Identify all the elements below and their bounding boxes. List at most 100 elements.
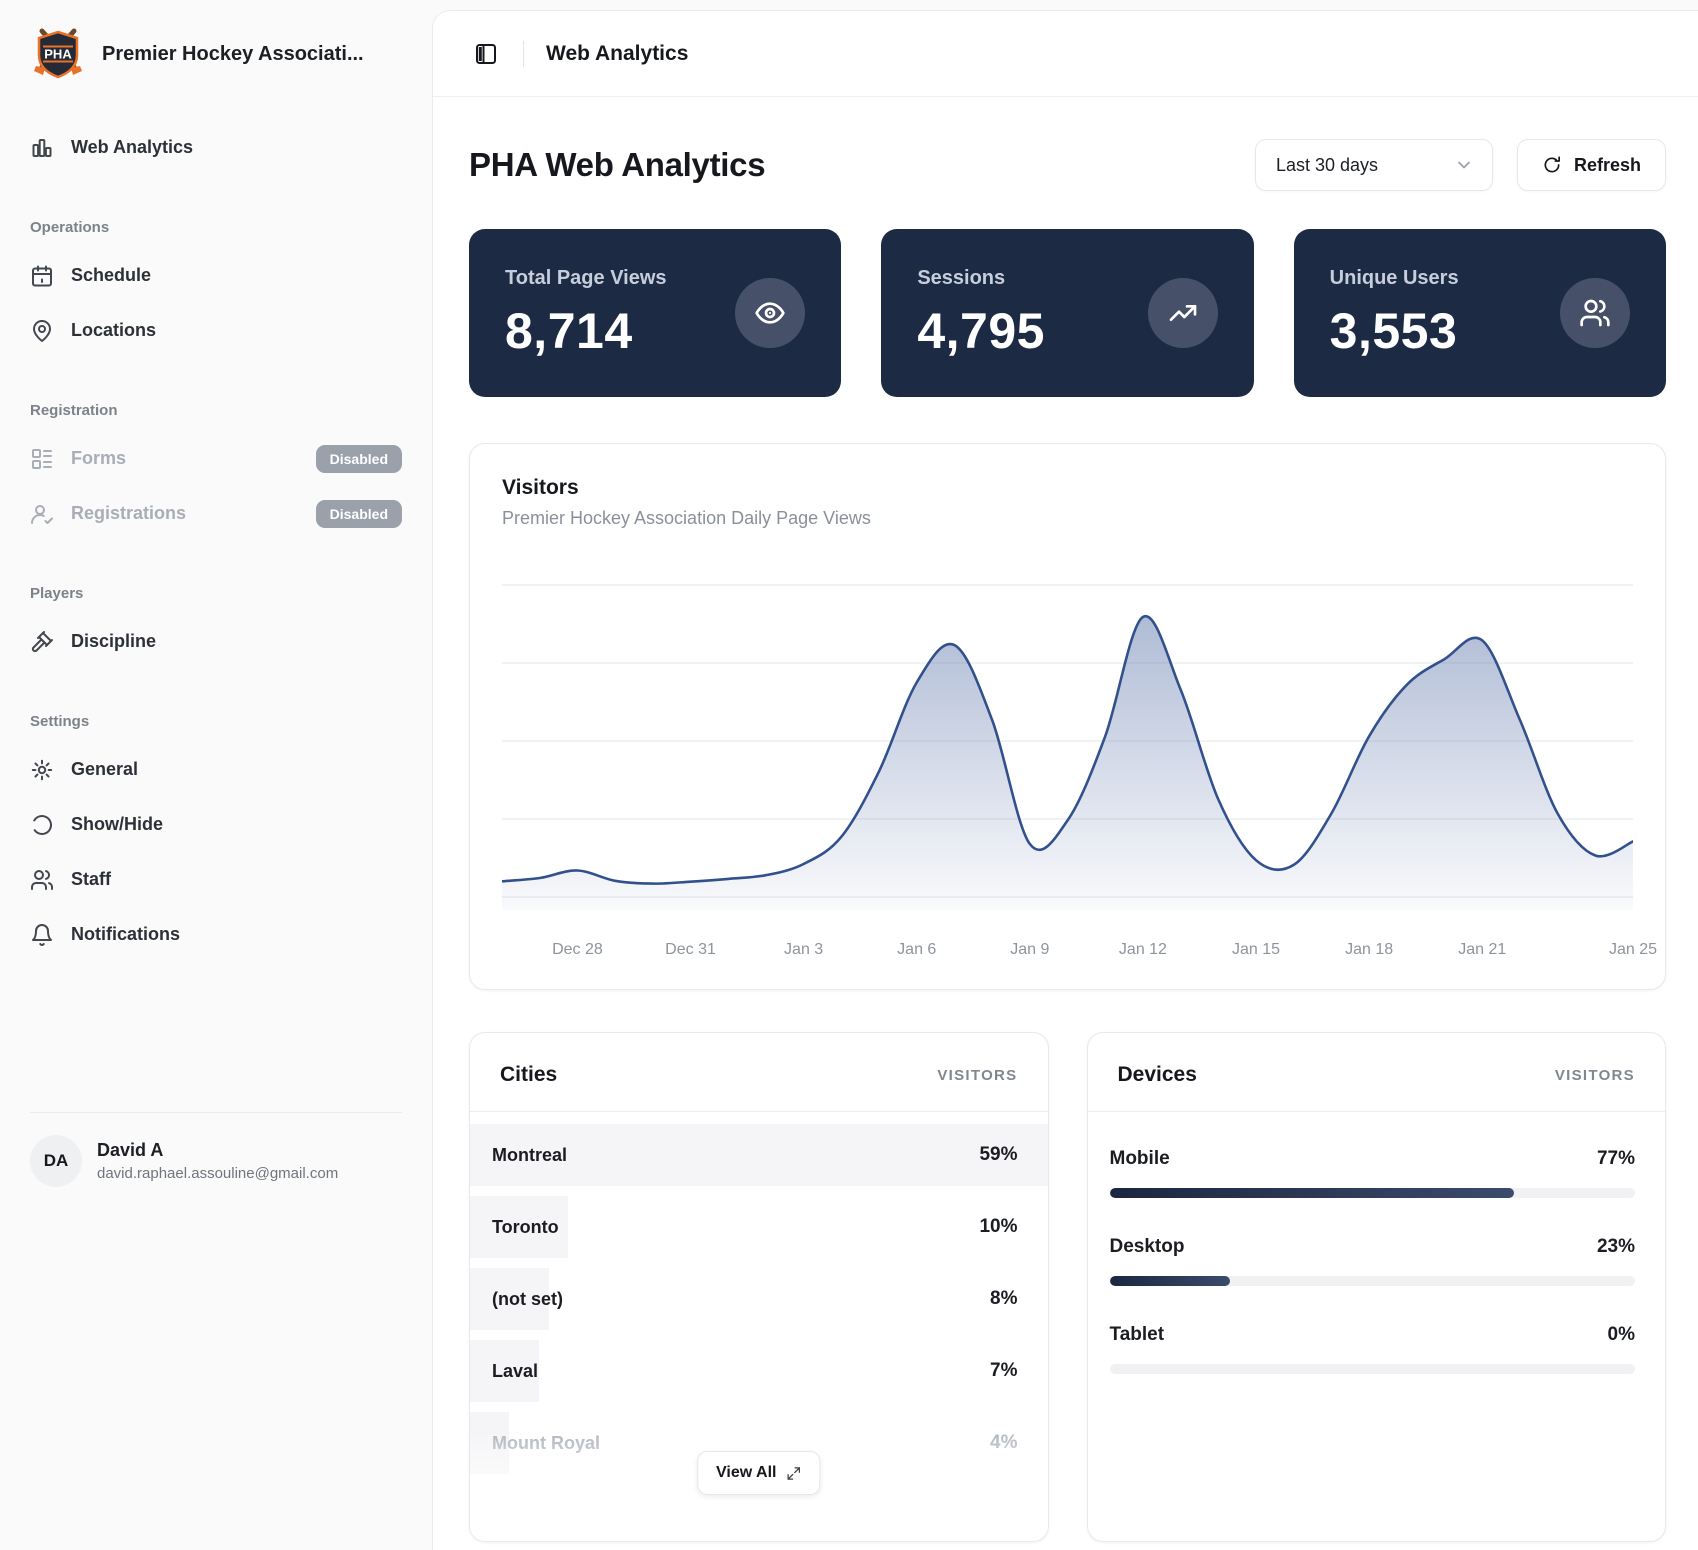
x-tick-label: Jan 6 xyxy=(897,941,936,959)
sidebar-item-schedule[interactable]: Schedule xyxy=(30,248,402,303)
calendar-icon xyxy=(30,264,54,288)
gavel-icon xyxy=(30,630,54,654)
sidebar-item-discipline[interactable]: Discipline xyxy=(30,614,402,669)
view-all-label: View All xyxy=(716,1464,776,1482)
breadcrumb-title: Web Analytics xyxy=(546,42,688,66)
trending-up-icon-circle xyxy=(1148,278,1218,348)
sidebar-item-forms[interactable]: Forms Disabled xyxy=(30,431,402,486)
stat-label: Unique Users xyxy=(1330,267,1459,290)
x-tick-label: Jan 15 xyxy=(1232,941,1280,959)
sidebar-item-general[interactable]: General xyxy=(30,742,402,797)
org-name: Premier Hockey Associati... xyxy=(102,43,364,66)
sidebar-nav: Web Analytics Operations Schedule Forms … xyxy=(30,120,402,962)
view-all-button[interactable]: View All xyxy=(697,1451,820,1495)
devices-card: Devices VISITORS Mobile77% Desktop23% Ta… xyxy=(1087,1032,1667,1542)
city-name: Mount Royal xyxy=(492,1433,600,1454)
device-visitors-pct: 77% xyxy=(1597,1148,1635,1170)
expand-icon xyxy=(786,1466,801,1481)
user-name: David A xyxy=(97,1140,338,1161)
panel-left-icon xyxy=(474,42,498,66)
date-range-select[interactable]: Last 30 days xyxy=(1255,139,1493,191)
sidebar-item-notifications[interactable]: Notifications xyxy=(30,907,402,962)
x-tick-label: Jan 12 xyxy=(1119,941,1167,959)
org-logo-icon: PHA xyxy=(30,26,86,82)
progress-fill xyxy=(1110,1188,1515,1198)
user-profile[interactable]: DA David A david.raphael.assouline@gmail… xyxy=(30,1112,402,1217)
area-chart-svg xyxy=(502,555,1633,923)
device-visitors-pct: 0% xyxy=(1608,1324,1635,1346)
sidebar-item-label: Notifications xyxy=(71,924,180,945)
progress-fill xyxy=(1110,1276,1231,1286)
stat-card-page-views: Total Page Views 8,714 xyxy=(469,229,841,397)
sidebar-item-label: Staff xyxy=(71,869,111,890)
visitors-chart-card: Visitors Premier Hockey Association Dail… xyxy=(469,443,1666,990)
x-tick-label: Dec 28 xyxy=(552,941,603,959)
sidebar: PHA Premier Hockey Associati... Web Anal… xyxy=(0,0,432,1550)
city-visitors-pct: 8% xyxy=(990,1288,1017,1310)
refresh-icon xyxy=(1542,155,1562,175)
visitors-column-label: VISITORS xyxy=(1555,1067,1635,1084)
section-label-players: Players xyxy=(30,585,402,602)
device-visitors-pct: 23% xyxy=(1597,1236,1635,1258)
city-row: Montreal 59% xyxy=(470,1124,1048,1186)
stat-card-unique-users: Unique Users 3,553 xyxy=(1294,229,1666,397)
sidebar-item-label: Forms xyxy=(71,448,126,469)
sidebar-item-web-analytics[interactable]: Web Analytics xyxy=(30,120,402,175)
chart-subtitle: Premier Hockey Association Daily Page Vi… xyxy=(502,508,1633,529)
x-tick-label: Jan 9 xyxy=(1010,941,1049,959)
user-email: david.raphael.assouline@gmail.com xyxy=(97,1165,338,1182)
devices-table: Mobile77% Desktop23% Tablet0% xyxy=(1088,1112,1666,1374)
refresh-label: Refresh xyxy=(1574,155,1641,176)
refresh-button[interactable]: Refresh xyxy=(1517,139,1666,191)
city-name: Toronto xyxy=(492,1217,559,1238)
city-visitors-pct: 7% xyxy=(990,1360,1017,1382)
visitors-column-label: VISITORS xyxy=(937,1067,1017,1084)
progress-track xyxy=(1110,1188,1636,1198)
page-title: PHA Web Analytics xyxy=(469,146,765,184)
city-visitors-pct: 4% xyxy=(990,1432,1017,1454)
sidebar-item-label: Schedule xyxy=(71,265,151,286)
users-icon xyxy=(1579,297,1611,329)
user-check-icon xyxy=(30,502,54,526)
sidebar-item-label: Show/Hide xyxy=(71,814,163,835)
sidebar-item-label: Locations xyxy=(71,320,156,341)
disabled-badge: Disabled xyxy=(316,500,402,528)
device-row: Tablet0% xyxy=(1110,1324,1636,1374)
city-row: Laval7% xyxy=(470,1340,1048,1402)
bell-icon xyxy=(30,923,54,947)
sidebar-item-locations[interactable]: Forms Locations xyxy=(30,303,402,358)
avatar: DA xyxy=(30,1135,82,1187)
stat-cards: Total Page Views 8,714 Sessions 4,795 xyxy=(469,229,1666,397)
section-label-operations: Operations xyxy=(30,219,402,236)
disabled-badge: Disabled xyxy=(316,445,402,473)
eye-icon-circle xyxy=(735,278,805,348)
cities-table: Montreal59% Toronto10% (not set)8% Laval… xyxy=(470,1112,1048,1474)
sidebar-item-label: Discipline xyxy=(71,631,156,652)
section-label-settings: Settings xyxy=(30,713,402,730)
sidebar-item-staff[interactable]: Staff xyxy=(30,852,402,907)
city-visitors-pct: 59% xyxy=(979,1144,1017,1166)
progress-track xyxy=(1110,1364,1636,1374)
content: PHA Web Analytics Last 30 days Refresh T… xyxy=(433,97,1698,1550)
trending-up-icon xyxy=(1167,297,1199,329)
sidebar-item-registrations[interactable]: Registrations Disabled xyxy=(30,486,402,541)
chart-title: Visitors xyxy=(502,476,1633,500)
device-row: Mobile77% xyxy=(1110,1148,1636,1198)
city-name: Montreal xyxy=(492,1145,567,1166)
bar-chart-icon xyxy=(30,136,54,160)
sidebar-toggle-button[interactable] xyxy=(471,39,501,69)
map-pin-icon xyxy=(30,319,54,343)
org-switcher[interactable]: PHA Premier Hockey Associati... xyxy=(30,26,402,82)
sidebar-item-show-hide[interactable]: Show/Hide xyxy=(30,797,402,852)
forms-icon xyxy=(30,447,54,471)
area-chart: Dec 28Dec 31Jan 3Jan 6Jan 9Jan 12Jan 15J… xyxy=(502,555,1633,971)
divider xyxy=(523,41,524,67)
users-icon xyxy=(30,868,54,892)
x-tick-label: Jan 25 xyxy=(1609,941,1657,959)
x-tick-label: Jan 18 xyxy=(1345,941,1393,959)
x-axis-ticks: Dec 28Dec 31Jan 3Jan 6Jan 9Jan 12Jan 15J… xyxy=(502,933,1633,971)
stat-value: 8,714 xyxy=(505,302,667,360)
cities-title: Cities xyxy=(500,1063,557,1087)
cities-card: Cities VISITORS Montreal59% Toronto10% (… xyxy=(469,1032,1049,1542)
main-panel: Web Analytics PHA Web Analytics Last 30 … xyxy=(432,10,1698,1550)
